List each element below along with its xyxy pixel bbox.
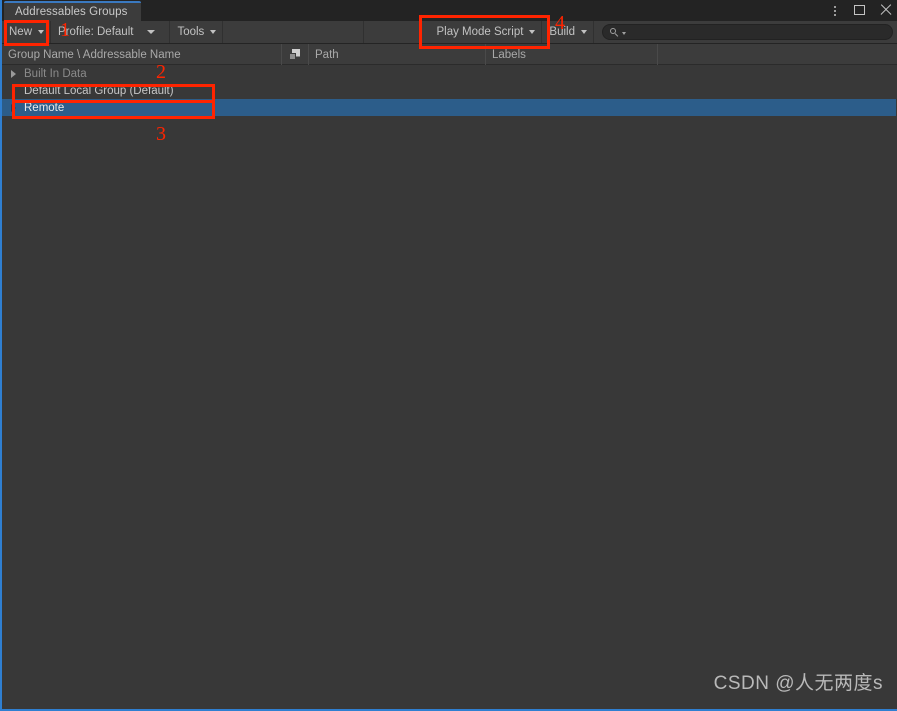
column-header-labels-label: Labels [492,48,526,61]
tree-row-built-in-data[interactable]: Built In Data [2,65,896,82]
search-container [594,21,897,43]
column-header-group-name-label: Group Name \ Addressable Name [8,48,181,61]
column-header-row: Group Name \ Addressable Name Path Label… [2,44,897,65]
profile-label: Profile: Default [58,26,134,38]
toolbar-right-group: Play Mode Script Build [429,21,897,43]
play-mode-script-label: Play Mode Script [436,26,524,38]
watermark: CSDN @人无两度s [713,673,883,694]
window-titlebar: Addressables Groups [2,0,897,21]
column-header-path-label: Path [315,48,339,61]
toolbar-spacer [223,21,365,43]
groups-tree: Built In Data Default Local Group (Defau… [2,65,897,709]
new-button[interactable]: New [2,21,52,43]
tree-row-remote[interactable]: Remote [2,99,896,116]
chevron-down-icon [210,30,217,34]
tab-addressables-groups[interactable]: Addressables Groups [4,1,141,21]
chevron-down-icon [38,30,45,34]
chevron-down-icon [147,30,156,34]
chevron-down-icon [581,30,587,34]
play-mode-script-button[interactable]: Play Mode Script [429,21,543,43]
close-icon[interactable] [880,4,893,17]
addressables-groups-window: Addressables Groups New Profile: Default… [0,0,897,711]
column-header-group-name[interactable]: Group Name \ Addressable Name [2,44,282,65]
expand-arrow-placeholder-icon [8,85,20,97]
search-box[interactable] [602,24,893,40]
profile-dropdown[interactable]: Profile: Default [51,21,171,43]
new-button-label: New [9,26,33,38]
search-icon [610,27,621,38]
build-button-label: Build [549,26,575,38]
tree-row-label: Built In Data [24,67,87,80]
asset-icon [289,48,301,61]
tree-row-default-local-group[interactable]: Default Local Group (Default) [2,82,896,99]
toolbar-flex-gap [364,21,430,43]
window-controls [828,0,893,21]
profile-dropdown-arrow[interactable] [133,30,169,34]
tools-button[interactable]: Tools [170,21,224,43]
tools-button-label: Tools [177,26,205,38]
build-button[interactable]: Build [542,21,594,43]
chevron-down-icon [529,30,536,34]
maximize-icon[interactable] [854,4,867,17]
search-input[interactable] [626,25,892,39]
tree-row-label: Default Local Group (Default) [24,84,174,97]
column-header-path[interactable]: Path [309,44,486,65]
expand-arrow-icon[interactable] [8,102,20,114]
tree-row-label: Remote [24,101,65,114]
more-options-icon[interactable] [828,4,841,17]
tab-label: Addressables Groups [15,6,128,18]
column-header-labels[interactable]: Labels [486,44,658,65]
expand-arrow-icon[interactable] [8,68,20,80]
column-header-asset-type[interactable] [282,44,309,65]
toolbar: New Profile: Default Tools Play Mode Scr… [2,21,897,44]
column-header-tail [658,44,897,65]
